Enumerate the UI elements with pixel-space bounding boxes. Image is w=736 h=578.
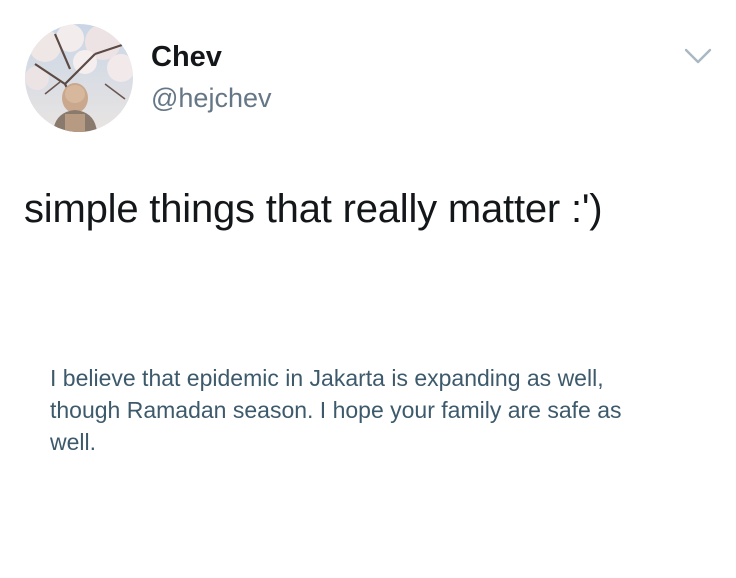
avatar-photo xyxy=(25,24,133,132)
author-display-name[interactable]: Chev xyxy=(151,41,222,74)
tweet-text: simple things that really matter :') xyxy=(24,187,603,231)
chevron-down-icon[interactable] xyxy=(684,46,712,66)
attached-image-text: I believe that epidemic in Jakarta is ex… xyxy=(50,365,622,455)
attached-image[interactable]: I believe that epidemic in Jakarta is ex… xyxy=(40,345,680,465)
author-handle[interactable]: @hejchev xyxy=(151,83,271,114)
avatar[interactable] xyxy=(25,24,133,132)
